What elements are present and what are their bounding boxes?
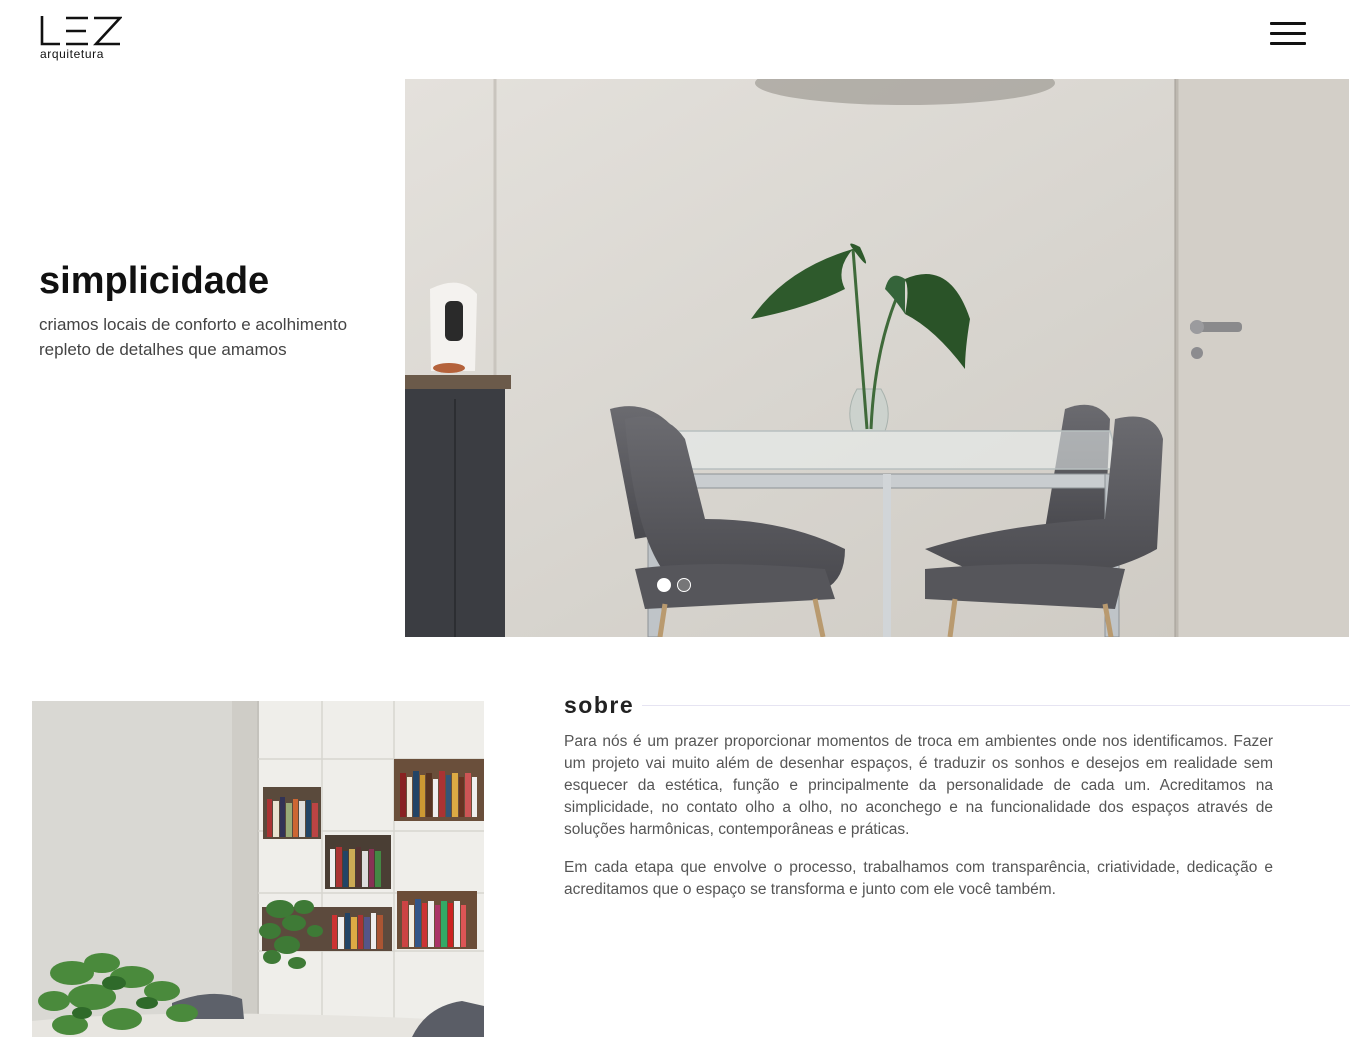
menu-bar [1270, 42, 1306, 45]
about-photo [32, 701, 484, 1037]
hero-slider[interactable] [405, 79, 1349, 637]
about-paragraph-2: Em cada etapa que envolve o processo, tr… [564, 859, 1273, 898]
about-image [32, 701, 484, 1037]
about-divider [634, 705, 1350, 706]
about-paragraph-1: Para nós é um prazer proporcionar moment… [564, 733, 1273, 838]
logo-subtitle: arquitetura [40, 47, 104, 61]
hero-subtitle-line1: criamos locais de conforto e acolhimento [39, 315, 348, 334]
hero-text: simplicidade criamos locais de conforto … [39, 258, 389, 362]
about-section: sobre Para nós é um prazer proporcionar … [564, 690, 1350, 898]
about-title: sobre [564, 692, 643, 719]
menu-bar [1270, 32, 1306, 35]
about-body: Para nós é um prazer proporcionar moment… [564, 731, 1273, 901]
about-heading: sobre [564, 690, 1350, 720]
slider-dot-2[interactable] [677, 578, 691, 592]
menu-bar [1270, 22, 1306, 25]
site-header: arquitetura [0, 0, 1350, 79]
logo-mark [40, 16, 122, 46]
slider-dot-1[interactable] [657, 578, 671, 592]
logo[interactable]: arquitetura [40, 16, 122, 62]
hero-slide-image [405, 79, 1349, 637]
hero-subtitle: criamos locais de conforto e acolhimento… [39, 312, 389, 362]
hamburger-menu-icon[interactable] [1270, 22, 1306, 48]
hero-title: simplicidade [39, 260, 270, 302]
hero-subtitle-line2: repleto de detalhes que amamos [39, 340, 287, 359]
